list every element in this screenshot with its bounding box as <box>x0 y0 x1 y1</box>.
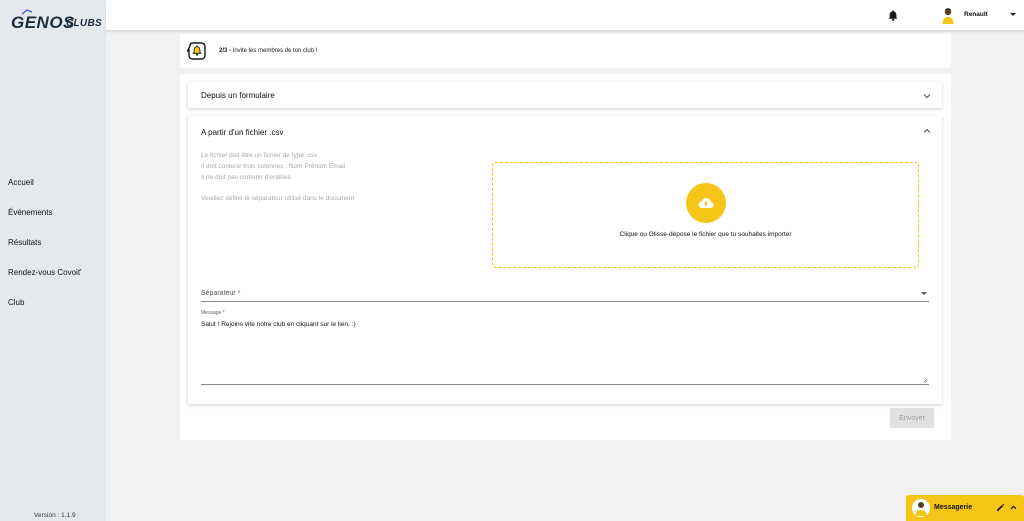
sidebar-item-resultats[interactable]: Résultats <box>8 237 82 267</box>
sidebar-item-club[interactable]: Club <box>8 297 82 327</box>
resize-handle-icon[interactable] <box>923 378 928 383</box>
logo-sub-text: CLUBS <box>66 18 102 29</box>
bell-badge-icon <box>187 42 206 60</box>
send-button[interactable]: Envoyer <box>890 408 934 428</box>
step-indicator-card: 2/3 - Invite les membres de ton club ! <box>180 34 951 68</box>
messaging-title: Messagerie <box>934 504 973 511</box>
file-dropzone[interactable]: Clique ou Glisse-dépose le fichier que t… <box>492 162 919 268</box>
help-line-filetype: Le fichier doit être un fichier de type … <box>201 152 318 159</box>
messaging-avatar <box>912 499 930 517</box>
user-menu-caret-icon[interactable] <box>1010 13 1016 16</box>
csv-accordion-title[interactable]: A partir d'un fichier .csv <box>201 128 283 137</box>
cloud-upload-icon <box>698 198 714 208</box>
genos-clubs-logo[interactable]: GENOS CLUBS <box>10 9 102 35</box>
help-line-separator: Veuillez définir le séparateur utilisé d… <box>201 195 355 202</box>
sidebar-item-evenements[interactable]: Événements <box>8 207 82 237</box>
separator-label: Séparateur * <box>201 290 241 297</box>
pencil-icon[interactable] <box>996 503 1005 512</box>
username[interactable]: Renault <box>964 11 988 18</box>
message-underline <box>201 384 929 385</box>
messaging-widget[interactable]: Messagerie <box>906 495 1024 521</box>
form-accordion-title: Depuis un formulaire <box>201 91 275 100</box>
invite-card: Depuis un formulaire A partir d'un fichi… <box>180 74 951 440</box>
step-number: 2/3 - <box>219 48 232 54</box>
step-text: 2/3 - Invite les membres de ton club ! <box>219 48 317 54</box>
help-line-headers: Il ne doit pas contenir d'entêtes <box>201 174 291 181</box>
sidebar-item-covoit[interactable]: Rendez-vous Covoit' <box>8 267 82 297</box>
csv-accordion: A partir d'un fichier .csv Le fichier do… <box>188 116 942 404</box>
form-accordion[interactable]: Depuis un formulaire <box>188 82 942 108</box>
step-description: Invite les membres de ton club ! <box>231 48 318 54</box>
message-label: Message * <box>201 310 225 316</box>
top-bar: Renault <box>106 0 1024 31</box>
chevron-up-icon[interactable] <box>1010 504 1017 511</box>
dropzone-instruction: Clique ou Glisse-dépose le fichier que t… <box>619 231 792 238</box>
separator-select[interactable] <box>201 301 929 302</box>
notification-bell-icon[interactable] <box>888 10 898 21</box>
chevron-up-icon[interactable] <box>923 127 931 135</box>
message-textarea[interactable]: Salut ! Rejoins vite notre club en cliqu… <box>201 321 356 328</box>
separator-dropdown-icon[interactable] <box>921 292 927 295</box>
help-line-columns: Il doit contenir trois colonnes : Nom Pr… <box>201 163 346 170</box>
app-version: Version : 1.1.9 <box>34 512 76 519</box>
user-avatar[interactable] <box>940 7 956 24</box>
chevron-down-icon[interactable] <box>923 92 931 100</box>
upload-button[interactable] <box>686 183 726 223</box>
sidebar-item-accueil[interactable]: Accueil <box>8 177 82 207</box>
sidebar-nav: Accueil Événements Résultats Rendez-vous… <box>8 177 82 327</box>
sidebar: GENOS CLUBS Accueil Événements Résultats… <box>0 0 106 521</box>
